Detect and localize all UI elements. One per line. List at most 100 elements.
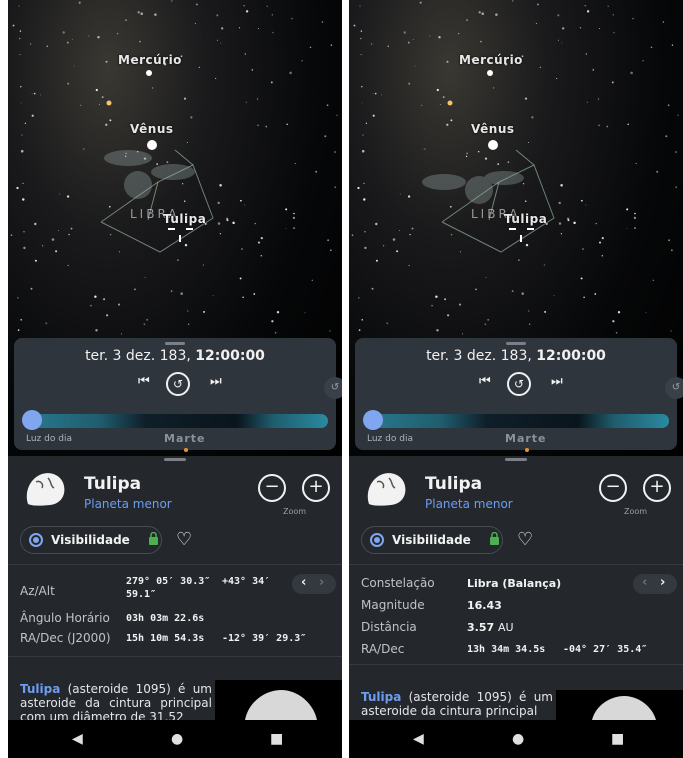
recents-square-icon[interactable]: ■ (611, 731, 624, 747)
minus-circle-icon[interactable]: − (258, 474, 286, 502)
label-venus: Vênus (471, 122, 515, 136)
star (652, 279, 654, 281)
mercury-dot[interactable] (487, 70, 493, 76)
skip-previous-icon[interactable]: ⏮ (479, 374, 491, 389)
date-text: ter. 3 dez. 183, (85, 348, 191, 364)
row-label-radec: RA/Dec (J2000) (20, 631, 111, 645)
row-label-magnitude: Magnitude (361, 598, 425, 612)
star (484, 323, 487, 326)
skip-next-icon[interactable]: ⏭ (210, 374, 222, 389)
skip-next-icon[interactable]: ⏭ (551, 374, 563, 389)
star (521, 292, 524, 295)
time-card-handle[interactable] (165, 342, 185, 345)
star (414, 65, 416, 67)
time-card-handle[interactable] (506, 342, 526, 345)
object-type-link[interactable]: Planeta menor (425, 497, 513, 511)
row-value-dec: -04° 27′ 35.4″ (563, 644, 648, 655)
sky-map[interactable]: Mercúrio Vênus LIBRA Tulipa ter. 3 dez. … (8, 0, 342, 458)
recents-square-icon[interactable]: ■ (270, 731, 283, 747)
star (529, 323, 531, 325)
chevron-left-icon[interactable]: ‹ (642, 575, 647, 590)
history-icon[interactable]: ↺ (166, 372, 190, 396)
star (51, 238, 55, 241)
star (336, 114, 338, 116)
libra-lines (100, 149, 214, 253)
star (419, 1, 422, 4)
sheet-handle[interactable] (505, 458, 527, 461)
chevron-right-icon[interactable]: › (660, 575, 665, 590)
back-triangle-icon[interactable]: ◀ (72, 731, 83, 747)
row-value-ra: 15h 10m 54.3s (126, 633, 205, 644)
left-panel: Mercúrio Vênus LIBRA Tulipa ter. 3 dez. … (8, 0, 342, 758)
desc-name-link[interactable]: Tulipa (361, 690, 401, 704)
star (670, 330, 672, 332)
skip-previous-icon[interactable]: ⏮ (138, 374, 150, 389)
star (423, 148, 425, 150)
divider (8, 656, 342, 657)
timeline-slider[interactable] (365, 414, 669, 428)
timeline-knob[interactable] (22, 410, 42, 430)
row-value-magnitude: 16.43 (467, 599, 502, 612)
time-reset-side-icon[interactable]: ↺ (324, 377, 342, 399)
star (293, 227, 295, 229)
timeline-slider[interactable] (24, 414, 328, 428)
star (212, 295, 214, 296)
star (244, 204, 246, 206)
star (219, 233, 221, 235)
venus-dot[interactable] (488, 140, 498, 150)
visibility-button[interactable]: Visibilidade (361, 526, 503, 554)
star (371, 287, 374, 290)
object-type-link[interactable]: Planeta menor (84, 497, 172, 511)
mercury-dot[interactable] (146, 70, 152, 76)
object-thumbnail[interactable] (556, 690, 683, 720)
star (374, 92, 377, 95)
screen: Mercúrio Vênus LIBRA Tulipa ter. 3 dez. … (0, 0, 683, 758)
star (292, 216, 296, 220)
star (285, 208, 288, 211)
chevron-left-icon[interactable]: ‹ (301, 575, 306, 590)
star (594, 293, 597, 295)
star (642, 60, 644, 62)
sheet-handle[interactable] (164, 458, 186, 461)
mars-marker-dot (525, 448, 529, 452)
star (403, 31, 406, 34)
star (67, 264, 69, 266)
time-reset-side-icon[interactable]: ↺ (665, 377, 683, 399)
star (289, 71, 292, 75)
star (181, 183, 184, 185)
chevron-right-icon[interactable]: › (319, 575, 324, 590)
plus-circle-icon[interactable]: + (302, 474, 330, 502)
label-mercury: Mercúrio (118, 53, 182, 67)
visibility-button[interactable]: Visibilidade (20, 526, 162, 554)
plus-circle-icon[interactable]: + (643, 474, 671, 502)
star (271, 320, 274, 323)
star (245, 101, 247, 103)
star (109, 233, 112, 236)
home-circle-icon[interactable]: ● (512, 731, 524, 747)
star (581, 199, 583, 202)
star (94, 295, 97, 298)
star (187, 142, 188, 143)
timeline-knob[interactable] (363, 410, 383, 430)
home-circle-icon[interactable]: ● (171, 731, 183, 747)
star (511, 290, 514, 292)
star (183, 200, 186, 202)
venus-dot[interactable] (147, 140, 157, 150)
back-triangle-icon[interactable]: ◀ (413, 731, 424, 747)
minus-circle-icon[interactable]: − (599, 474, 627, 502)
star (291, 17, 293, 20)
star (286, 123, 289, 126)
star (84, 148, 86, 150)
object-thumbnail[interactable] (215, 680, 342, 720)
star (184, 243, 188, 247)
heart-icon[interactable]: ♡ (176, 529, 192, 550)
star (271, 14, 273, 16)
date-display[interactable]: ter. 3 dez. 183, 12:00:00 (355, 348, 677, 364)
sky-map[interactable]: Mercúrio Vênus LIBRA Tulipa ter. 3 dez. … (349, 0, 683, 458)
heart-icon[interactable]: ♡ (517, 529, 533, 550)
history-icon[interactable]: ↺ (507, 372, 531, 396)
date-display[interactable]: ter. 3 dez. 183, 12:00:00 (14, 348, 336, 364)
star (399, 193, 401, 195)
star (58, 230, 60, 231)
desc-name-link[interactable]: Tulipa (20, 682, 60, 696)
